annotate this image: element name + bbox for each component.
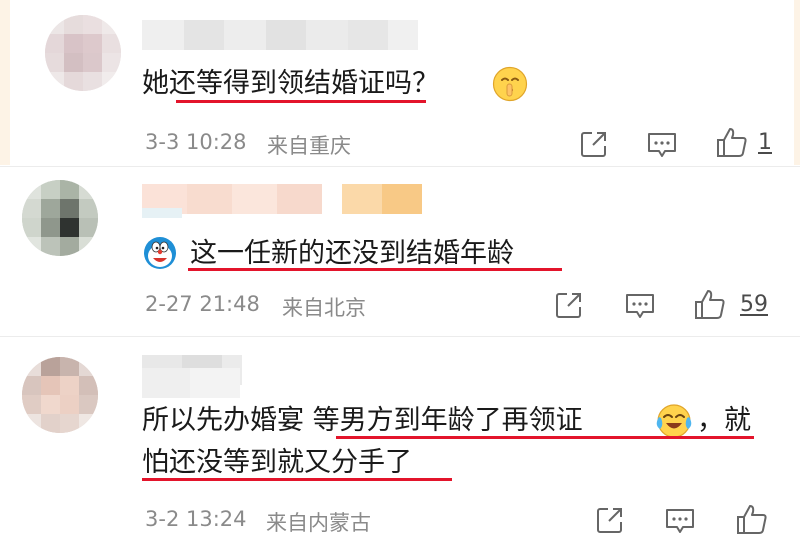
highlight-underline	[188, 268, 562, 271]
like-icon[interactable]	[716, 126, 748, 158]
highlight-underline	[142, 478, 452, 481]
like-icon[interactable]	[736, 503, 768, 535]
share-icon[interactable]	[580, 130, 608, 158]
comment-location: 来自重庆	[267, 134, 351, 158]
divider	[0, 166, 800, 167]
comment-text: 她还等得到领结婚证吗？	[142, 68, 439, 99]
like-icon[interactable]	[694, 288, 726, 320]
reply-icon[interactable]	[647, 131, 677, 159]
shush-emoji	[492, 66, 528, 102]
like-count: 59	[740, 292, 768, 317]
like-count: 1	[758, 130, 772, 155]
username-blurred[interactable]	[142, 184, 422, 214]
comment-text: 这一任新的还没到结婚年龄	[190, 238, 514, 269]
divider	[0, 336, 800, 337]
right-edge	[794, 0, 800, 165]
comment-location: 来自内蒙古	[266, 511, 371, 535]
laugh-cry-emoji	[656, 404, 692, 438]
avatar[interactable]	[45, 15, 121, 91]
doraemon-emoji	[144, 237, 176, 269]
comment-text-line2: 怕还没等到就又分手了	[142, 447, 412, 478]
share-icon[interactable]	[596, 506, 624, 534]
left-edge	[0, 0, 10, 165]
reply-icon[interactable]	[625, 292, 655, 320]
avatar[interactable]	[22, 357, 98, 433]
highlight-underline	[336, 436, 754, 439]
reply-icon[interactable]	[665, 507, 695, 535]
comment-text-tail: ，就	[697, 405, 751, 436]
share-icon[interactable]	[555, 291, 583, 319]
avatar[interactable]	[22, 180, 98, 256]
highlight-underline	[176, 100, 426, 103]
comment-text-line1: 所以先办婚宴 等男方到年龄了再领证	[142, 405, 583, 436]
comment-date: 3-3 10:28	[145, 130, 247, 154]
comment-date: 3-2 13:24	[145, 507, 247, 531]
username-blurred[interactable]	[142, 20, 418, 50]
username-badge-blurred	[142, 208, 182, 238]
comment-location: 来自北京	[282, 296, 366, 320]
username-blurred-2	[142, 368, 240, 398]
comment-date: 2-27 21:48	[145, 292, 260, 316]
